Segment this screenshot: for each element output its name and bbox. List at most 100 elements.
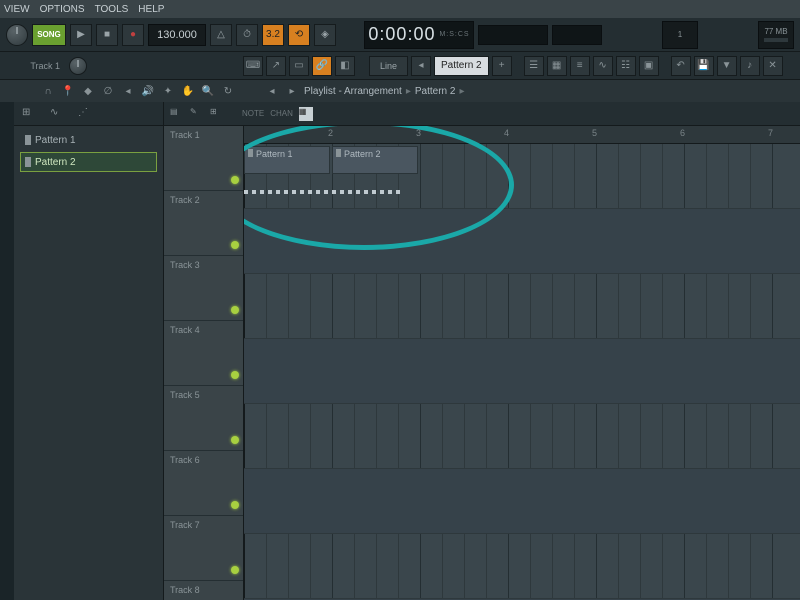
onekey-button[interactable]: ♪ — [740, 56, 760, 76]
step-button[interactable]: ◈ — [314, 24, 336, 46]
tool-midi-button[interactable]: ◧ — [335, 56, 355, 76]
lane-1[interactable]: Pattern 1 Pattern 2 — [244, 144, 800, 209]
menu-tools[interactable]: TOOLS — [95, 4, 129, 15]
pattern-item-label: Pattern 1 — [35, 135, 76, 146]
clip-icon — [336, 149, 341, 157]
mute-dot-icon[interactable] — [231, 306, 239, 314]
lane-5[interactable] — [244, 404, 800, 469]
pl-menu-icon[interactable]: ▤ — [170, 107, 184, 121]
pl-tab-chan[interactable]: CHAN — [270, 109, 293, 118]
pattern-icon — [25, 157, 31, 167]
picker-auto-icon[interactable]: ⋰ — [78, 107, 92, 121]
playlist-nav-prev-icon[interactable]: ◂ — [264, 83, 280, 99]
menu-bar: VIEW OPTIONS TOOLS HELP — [0, 0, 800, 18]
mute-dot-icon[interactable] — [231, 371, 239, 379]
snap-prev-button[interactable]: ◂ — [411, 56, 431, 76]
track-header-6[interactable]: Track 6 — [164, 451, 243, 516]
play-button[interactable]: ▶ — [70, 24, 92, 46]
track-header-5[interactable]: Track 5 — [164, 386, 243, 451]
track-header-3[interactable]: Track 3 — [164, 256, 243, 321]
pattern-list: Pattern 1 Pattern 2 — [14, 126, 163, 178]
pattern-item-2[interactable]: Pattern 2 — [20, 152, 157, 172]
stop-button[interactable]: ■ — [96, 24, 118, 46]
tool-typing-button[interactable]: ⌨ — [243, 56, 263, 76]
menu-help[interactable]: HELP — [138, 4, 164, 15]
loop-rec-button[interactable]: ⟲ — [288, 24, 310, 46]
pin-icon[interactable]: 📍 — [60, 83, 76, 99]
track-header-4[interactable]: Track 4 — [164, 321, 243, 386]
wrench-icon[interactable]: ✦ — [160, 83, 176, 99]
time-display[interactable]: 0:00:00 M:S:CS — [364, 21, 474, 49]
pattern-item-label: Pattern 2 — [35, 157, 76, 168]
playlist-grid[interactable]: 2 3 4 5 6 7 — [244, 126, 800, 600]
arrow-icon[interactable]: ◂ — [120, 83, 136, 99]
pattern-selector[interactable]: Pattern 2 — [434, 56, 489, 76]
picker-view-icon[interactable]: ⊞ — [22, 107, 36, 121]
view-mixer-button[interactable]: ∿ — [593, 56, 613, 76]
playlist-nav-next-icon[interactable]: ▸ — [284, 83, 300, 99]
mute-icon[interactable]: ∅ — [100, 83, 116, 99]
lane-6[interactable] — [244, 469, 800, 534]
countdown-button[interactable]: ⏱ — [236, 24, 258, 46]
pl-brush-icon[interactable]: ⊞ — [210, 107, 224, 121]
view-channels-button[interactable]: ≡ — [570, 56, 590, 76]
tool-add-button[interactable]: ▭ — [289, 56, 309, 76]
timeline-ruler[interactable]: 2 3 4 5 6 7 — [244, 126, 800, 144]
view-plugin-button[interactable]: ▣ — [639, 56, 659, 76]
mute-dot-icon[interactable] — [231, 241, 239, 249]
overdub-button[interactable]: 3.2 — [262, 24, 284, 46]
tool-arrow-button[interactable]: ↗ — [266, 56, 286, 76]
snap-line-select[interactable]: Line — [369, 56, 408, 76]
view-pianoroll-button[interactable]: ▦ — [547, 56, 567, 76]
pattern-item-1[interactable]: Pattern 1 — [20, 130, 157, 150]
tool-crumb-row: ∩ 📍 ◆ ∅ ◂ 🔊 ✦ ✋ 🔍 ↻ ◂ ▸ Playlist - Arran… — [0, 80, 800, 102]
speaker-icon[interactable]: 🔊 — [140, 83, 156, 99]
zoom-icon[interactable]: 🔍 — [200, 83, 216, 99]
transport-bar: SONG ▶ ■ ● 130.000 △ ⏱ 3.2 ⟲ ◈ 0:00:00 M… — [0, 18, 800, 52]
pl-draw-icon[interactable]: ✎ — [190, 107, 204, 121]
lane-7[interactable] — [244, 534, 800, 599]
lane-2[interactable] — [244, 209, 800, 274]
magnet-icon[interactable]: ∩ — [40, 83, 56, 99]
mute-dot-icon[interactable] — [231, 501, 239, 509]
track-header-7[interactable]: Track 7 — [164, 516, 243, 581]
song-mode-button[interactable]: SONG — [32, 24, 66, 46]
undo-button[interactable]: ↶ — [671, 56, 691, 76]
track-header-2[interactable]: Track 2 — [164, 191, 243, 256]
menu-options[interactable]: OPTIONS — [40, 4, 85, 15]
clip-pattern-1[interactable]: Pattern 1 — [244, 146, 330, 174]
render-button[interactable]: ▼ — [717, 56, 737, 76]
track-header-1[interactable]: Track 1 — [164, 126, 243, 191]
clip-pattern-2[interactable]: Pattern 2 — [332, 146, 418, 174]
close-panels-button[interactable]: ✕ — [763, 56, 783, 76]
tempo-display[interactable]: 130.000 — [148, 24, 206, 46]
save-button[interactable]: 💾 — [694, 56, 714, 76]
mute-dot-icon[interactable] — [231, 436, 239, 444]
pan-knob[interactable] — [69, 57, 87, 75]
browser-edge[interactable] — [0, 102, 14, 600]
mute-dot-icon[interactable] — [231, 566, 239, 574]
mute-dot-icon[interactable] — [231, 176, 239, 184]
picker-audio-icon[interactable]: ∿ — [50, 107, 64, 121]
menu-view[interactable]: VIEW — [4, 4, 30, 15]
pattern-add-button[interactable]: + — [492, 56, 512, 76]
secondary-toolbar: Track 1 ⌨ ↗ ▭ 🔗 ◧ Line ◂ Pattern 2 + ☰ ▦… — [0, 52, 800, 80]
record-button[interactable]: ● — [122, 24, 144, 46]
breadcrumb[interactable]: Playlist - Arrangement▸Pattern 2▸ — [304, 86, 468, 97]
track-header-8[interactable]: Track 8 — [164, 581, 243, 600]
pl-tab-active-icon[interactable]: ▦ — [299, 107, 313, 121]
view-browser-button[interactable]: ☷ — [616, 56, 636, 76]
track-lanes: Pattern 1 Pattern 2 — [244, 144, 800, 600]
lane-4[interactable] — [244, 339, 800, 404]
clip-icon — [248, 149, 253, 157]
tag-icon[interactable]: ◆ — [80, 83, 96, 99]
main-volume-knob[interactable] — [6, 24, 28, 46]
lane-3[interactable] — [244, 274, 800, 339]
hand-icon[interactable]: ✋ — [180, 83, 196, 99]
view-playlist-button[interactable]: ☰ — [524, 56, 544, 76]
metronome-button[interactable]: △ — [210, 24, 232, 46]
pl-tab-note[interactable]: NOTE — [242, 109, 264, 118]
refresh-icon[interactable]: ↻ — [220, 83, 236, 99]
playlist-toolbar: ▤ ✎ ⊞ NOTE CHAN ▦ — [164, 102, 800, 126]
tool-link-button[interactable]: 🔗 — [312, 56, 332, 76]
